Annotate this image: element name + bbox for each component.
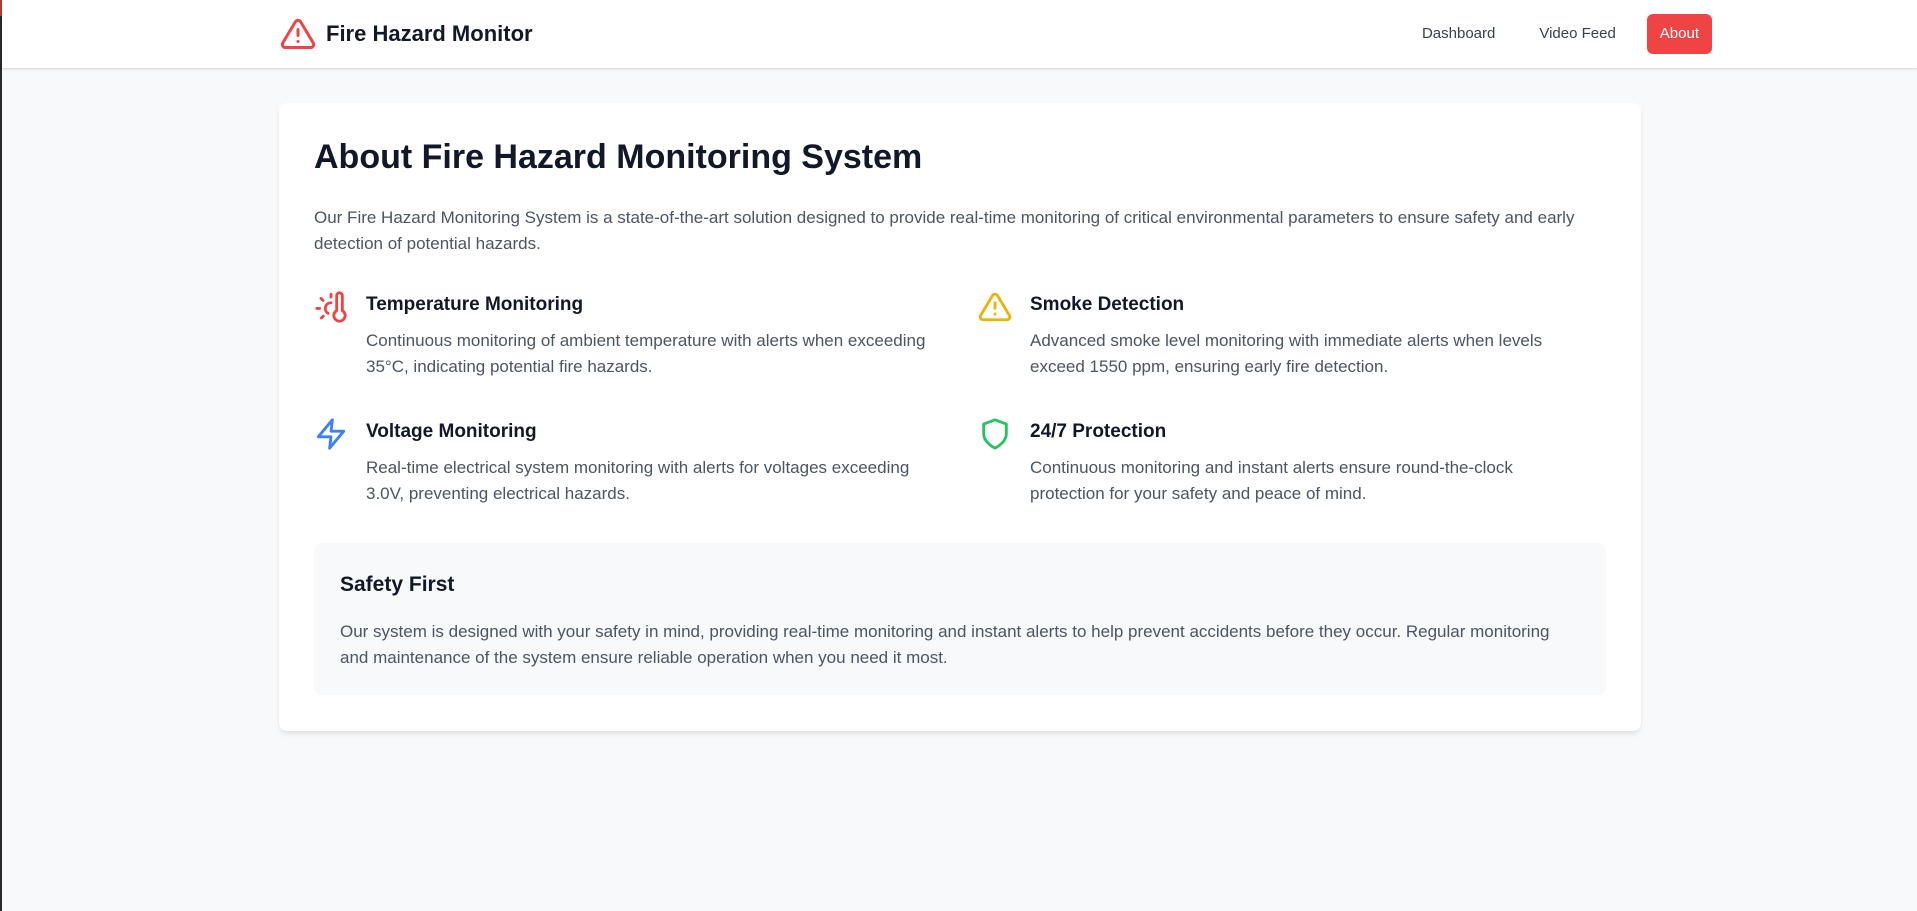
app-title: Fire Hazard Monitor [326,21,533,46]
feature-description: Continuous monitoring of ambient tempera… [366,331,926,376]
nav-link-about[interactable]: About [1646,14,1712,54]
feature-description: Real-time electrical system monitoring w… [366,458,910,503]
safety-text: Our system is designed with your safety … [340,622,1550,667]
thermometer-sun-icon [314,290,348,324]
safety-title: Safety First [340,573,455,596]
about-card: About Fire Hazard Monitoring System Our … [279,103,1641,731]
brand[interactable]: Fire Hazard Monitor [280,16,533,52]
zap-icon [314,417,348,451]
shield-icon [978,417,1012,451]
safety-first-panel: Safety First Our system is designed with… [314,543,1606,695]
feature-title: 24/7 Protection [1030,421,1167,442]
window-left-edge [0,0,2,911]
feature-title: Smoke Detection [1030,294,1185,315]
top-navbar: Fire Hazard Monitor Dashboard Video Feed… [2,0,1917,68]
feature-title: Voltage Monitoring [366,421,537,442]
nav-link-video-feed[interactable]: Video Feed [1526,14,1628,54]
main-nav: Dashboard Video Feed About [1391,14,1712,54]
alert-triangle-icon [978,290,1012,324]
feature-description: Advanced smoke level monitoring with imm… [1030,331,1543,376]
alert-triangle-icon [280,16,316,52]
feature-title: Temperature Monitoring [366,294,584,315]
nav-link-dashboard[interactable]: Dashboard [1409,14,1508,54]
page-title: About Fire Hazard Monitoring System [314,138,923,176]
intro-paragraph: Our Fire Hazard Monitoring System is a s… [314,208,1575,253]
feature-description: Continuous monitoring and instant alerts… [1030,458,1513,503]
